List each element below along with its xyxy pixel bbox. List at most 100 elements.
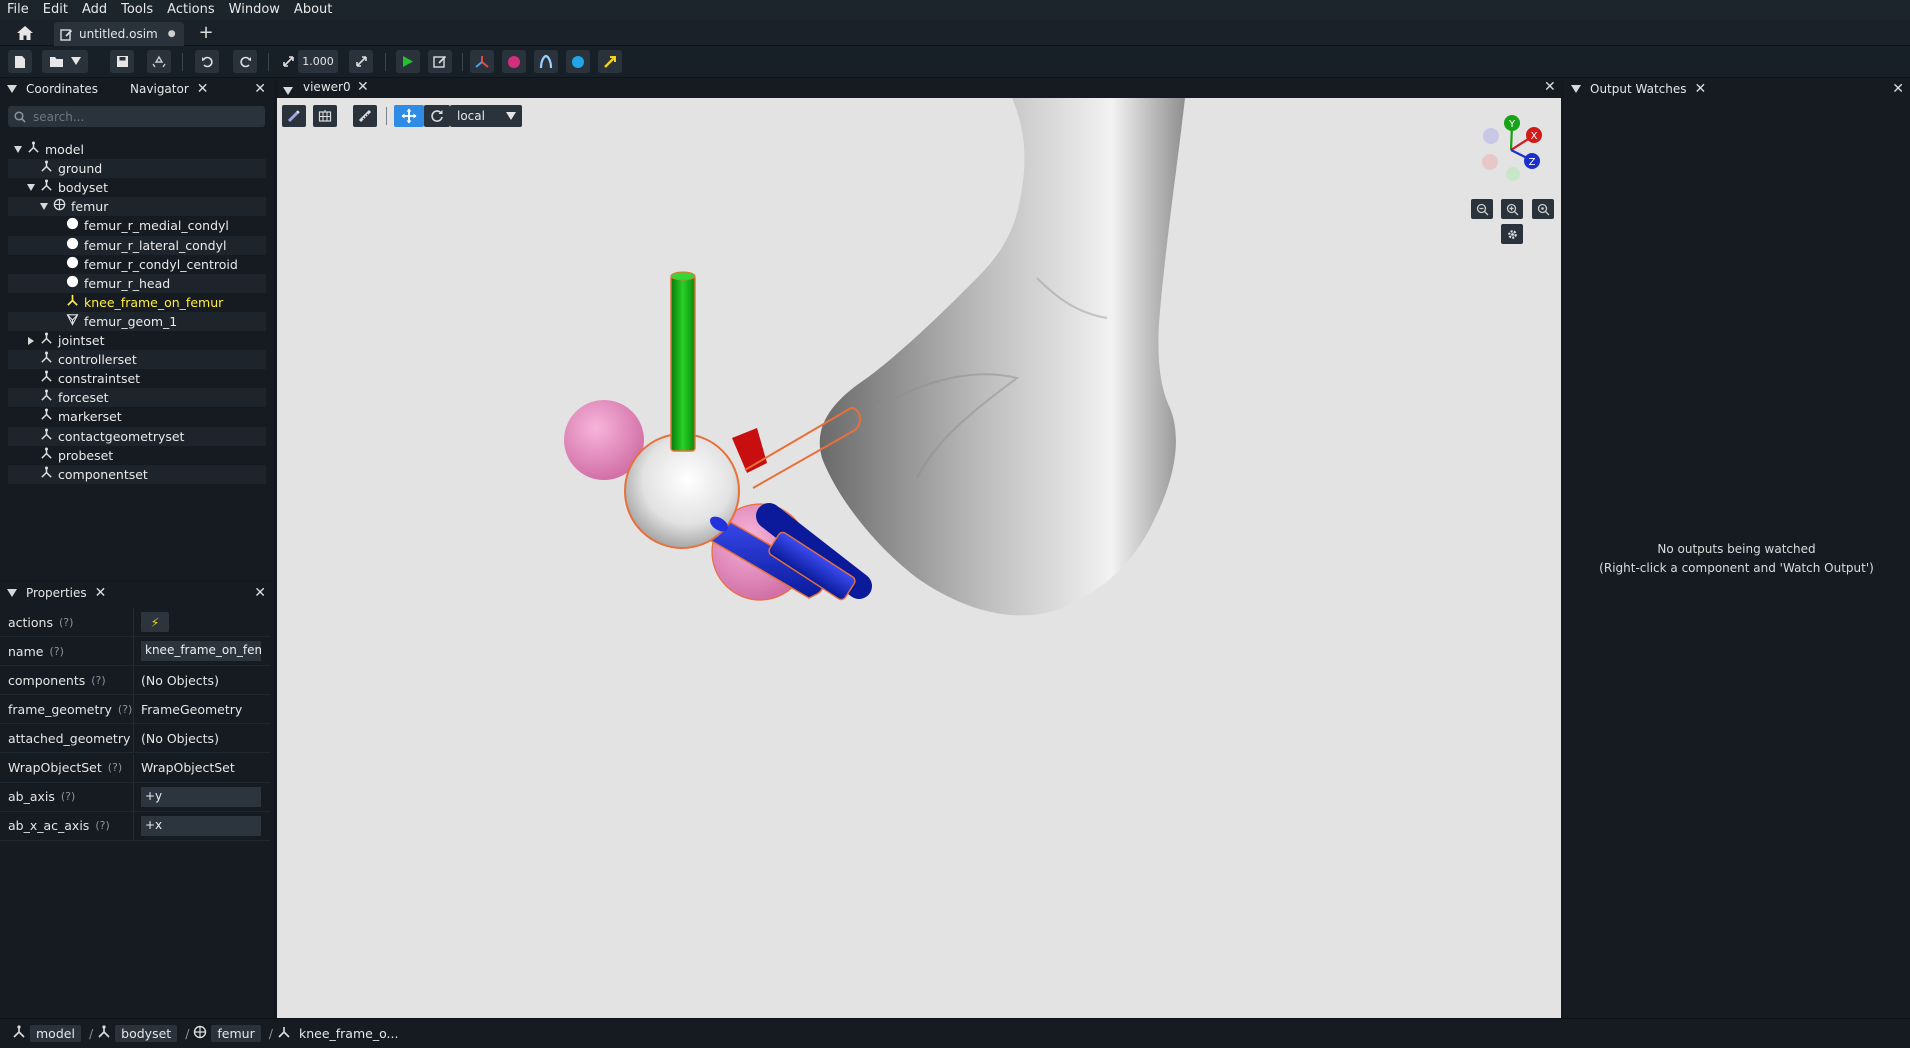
tree-item-componentset[interactable]: componentset: [8, 464, 266, 484]
tree-item-contactgeometryset[interactable]: contactgeometryset: [8, 426, 266, 446]
property-input[interactable]: +x: [141, 815, 261, 836]
new-file-button[interactable]: [8, 50, 32, 73]
frame-mode-dropdown[interactable]: local: [450, 105, 522, 127]
tree-item-femur-r-head[interactable]: femur_r_head: [8, 273, 266, 293]
menu-add[interactable]: Add: [75, 0, 114, 20]
zoom-out-button[interactable]: [1471, 199, 1493, 219]
tab-untitled-osim[interactable]: untitled.osim ●: [54, 22, 184, 46]
rotate-gizmo-button[interactable]: [424, 105, 450, 127]
close-panel-icon[interactable]: ✕: [254, 585, 266, 601]
autoscale-button[interactable]: [349, 50, 373, 73]
menu-about[interactable]: About: [287, 0, 339, 20]
undo-button[interactable]: [195, 50, 219, 73]
add-frame-button[interactable]: [470, 50, 494, 73]
property-key-label: actions: [8, 614, 53, 630]
tab-navigator[interactable]: Navigator: [130, 82, 189, 96]
autofocus-button[interactable]: [1532, 199, 1554, 219]
zoom-in-button[interactable]: [1501, 199, 1523, 219]
breadcrumb-model[interactable]: model: [30, 1025, 81, 1042]
search-input[interactable]: search...: [8, 106, 265, 127]
recycle-icon: [152, 55, 166, 67]
home-button[interactable]: [12, 23, 38, 43]
tree-item-femur-r-lateral-condyl[interactable]: femur_r_lateral_condyl: [8, 235, 266, 255]
add-contact-geometry-button[interactable]: [566, 50, 590, 73]
menu-file[interactable]: File: [0, 0, 36, 20]
3d-viewport[interactable]: [277, 78, 1561, 1018]
help-marker[interactable]: (?): [95, 819, 109, 832]
tree-item-constraintset[interactable]: constraintset: [8, 369, 266, 388]
tree-item-controllerset[interactable]: controllerset: [8, 350, 266, 370]
breadcrumb-femur[interactable]: femur: [211, 1025, 261, 1042]
tree-item-jointset[interactable]: jointset: [8, 331, 266, 350]
ruler-icon: [358, 109, 372, 123]
measure-button[interactable]: [353, 105, 377, 127]
property-input[interactable]: +y: [141, 786, 261, 807]
property-row-frame-geometry: frame_geometry (?) FrameGeometry: [0, 695, 270, 725]
tree-item-knee-frame-on-femur[interactable]: knee_frame_on_femur: [8, 293, 266, 312]
tree-item-label: model: [45, 142, 84, 157]
help-marker[interactable]: (?): [49, 645, 63, 658]
tab-coordinates[interactable]: Coordinates: [26, 82, 98, 96]
scene-layers-button[interactable]: [313, 105, 337, 127]
visualization-options-button[interactable]: [282, 105, 306, 127]
tree-item-probeset[interactable]: probeset: [8, 446, 266, 465]
translate-gizmo-button[interactable]: [394, 105, 424, 127]
actions-lightning-icon[interactable]: ⚡: [141, 612, 169, 632]
panel-collapse-icon[interactable]: [1571, 82, 1581, 96]
close-navigator-tab-icon[interactable]: ✕: [197, 81, 209, 97]
reload-button[interactable]: [147, 50, 171, 73]
save-button[interactable]: [110, 50, 134, 73]
help-marker[interactable]: (?): [61, 790, 75, 803]
add-marker-button[interactable]: [502, 50, 526, 73]
property-key: actions (?): [0, 608, 134, 636]
axes-orientation-gizmo[interactable]: Y X Z: [1475, 112, 1545, 184]
tree-item-femur-geom-1[interactable]: femur_geom_1: [8, 311, 266, 331]
tree-collapsed-icon[interactable]: [25, 336, 37, 345]
panel-collapse-icon[interactable]: [7, 82, 17, 96]
tree-item-ground[interactable]: ground: [8, 159, 266, 179]
simulate-button[interactable]: [396, 50, 420, 73]
close-panel-icon[interactable]: ✕: [1544, 79, 1556, 95]
property-input[interactable]: knee_frame_on_femur: [141, 641, 261, 662]
close-output-watches-tab-icon[interactable]: ✕: [1695, 81, 1707, 97]
edit-sim-params-button[interactable]: [428, 50, 452, 73]
panel-collapse-icon[interactable]: [7, 586, 17, 600]
close-panel-icon[interactable]: ✕: [1892, 81, 1904, 97]
help-marker[interactable]: (?): [59, 616, 73, 629]
scale-factor-input[interactable]: 1.000: [298, 50, 338, 73]
redo-button[interactable]: [233, 50, 257, 73]
camera-settings-button[interactable]: [1501, 224, 1523, 244]
menu-tools[interactable]: Tools: [114, 0, 160, 20]
tree-expanded-icon[interactable]: [12, 146, 24, 153]
femur-scene[interactable]: [277, 78, 1561, 1018]
help-marker[interactable]: (?): [91, 674, 105, 687]
tree-item-femur-r-medial-condyl[interactable]: femur_r_medial_condyl: [8, 216, 266, 235]
menu-actions[interactable]: Actions: [160, 0, 222, 20]
help-marker[interactable]: (?): [108, 761, 122, 774]
tree-item-femur[interactable]: femur: [8, 197, 266, 217]
tree-item-femur-r-condyl-centroid[interactable]: femur_r_condyl_centroid: [8, 255, 266, 274]
breadcrumb-bodyset[interactable]: bodyset: [115, 1025, 178, 1042]
add-muscle-button[interactable]: [534, 50, 558, 73]
property-value-cell: FrameGeometry: [134, 702, 270, 717]
close-properties-tab-icon[interactable]: ✕: [95, 585, 107, 601]
open-file-button[interactable]: [42, 50, 88, 73]
panel-collapse-icon[interactable]: [283, 84, 293, 99]
tree-item-forceset[interactable]: forceset: [8, 388, 266, 408]
tree-item-bodyset[interactable]: bodyset: [8, 178, 266, 197]
tree-item-model[interactable]: model: [8, 140, 266, 159]
help-marker[interactable]: (?): [118, 703, 132, 716]
menu-window[interactable]: Window: [222, 0, 287, 20]
component-icon: [37, 408, 55, 425]
tree-expanded-icon[interactable]: [25, 184, 37, 192]
tree-expanded-icon[interactable]: [38, 203, 50, 211]
menu-edit[interactable]: Edit: [36, 0, 75, 20]
tree-item-markerset[interactable]: markerset: [8, 407, 266, 426]
close-viewer-tab-icon[interactable]: ✕: [357, 79, 369, 95]
add-force-button[interactable]: [598, 50, 622, 73]
close-panel-icon[interactable]: ✕: [254, 81, 266, 97]
y-axis-label: Y: [1508, 119, 1516, 130]
new-tab-button[interactable]: +: [196, 22, 216, 44]
scale-down-button[interactable]: [279, 50, 297, 73]
zoom-in-icon: [1506, 203, 1518, 215]
